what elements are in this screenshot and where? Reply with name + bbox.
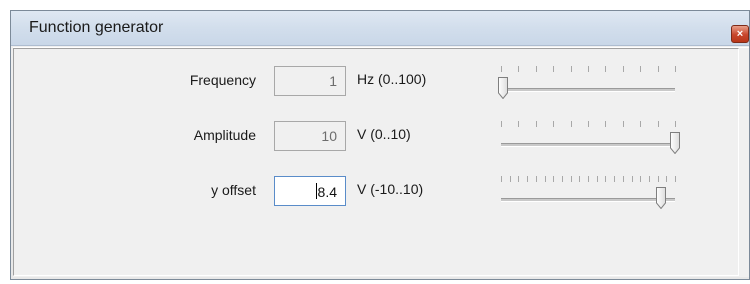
slider-tick <box>622 176 624 182</box>
slider-tick <box>518 121 520 127</box>
text-caret <box>315 183 317 199</box>
slider-tick <box>675 176 676 182</box>
slider-tick <box>579 176 581 182</box>
slider-tick <box>570 66 572 72</box>
slider-tick <box>553 66 555 72</box>
window-title: Function generator <box>29 19 164 36</box>
amplitude-field[interactable]: 10 <box>274 121 346 151</box>
slider-tick <box>640 176 642 182</box>
y-offset-label: y offset <box>211 182 256 198</box>
y-offset-slider[interactable] <box>493 172 683 212</box>
frequency-field[interactable]: 1 <box>274 66 346 96</box>
frequency-value: 1 <box>329 73 337 89</box>
frequency-slider[interactable] <box>493 62 683 102</box>
slider-tick <box>544 176 546 182</box>
slider-tick <box>518 66 520 72</box>
slider-tick <box>588 176 589 182</box>
slider-tick <box>605 121 607 127</box>
slider-tick <box>535 66 537 72</box>
slider-tick <box>605 66 607 72</box>
amplitude-row: Amplitude 10 V (0..10) <box>13 117 749 157</box>
slider-tick <box>605 176 607 182</box>
slider-tick <box>570 121 572 127</box>
client-area: Frequency 1 Hz (0..100) Amplitude 10 V (… <box>13 47 749 277</box>
slider-track <box>501 198 675 202</box>
slider-tick <box>501 121 502 127</box>
slider-tick <box>535 176 537 182</box>
slider-tick <box>527 176 529 182</box>
slider-tick <box>588 66 589 72</box>
amplitude-value: 10 <box>321 128 337 144</box>
slider-tick <box>640 121 642 127</box>
slider-tick <box>614 176 616 182</box>
slider-tick <box>666 176 668 182</box>
y-offset-value: 8.4 <box>317 184 337 200</box>
slider-tick <box>518 176 520 182</box>
slider-tick <box>561 176 563 182</box>
slider-thumb[interactable] <box>655 187 667 210</box>
y-offset-unit: V (-10..10) <box>357 181 424 197</box>
amplitude-label: Amplitude <box>193 127 256 143</box>
close-button[interactable]: × <box>731 25 749 43</box>
slider-ticks <box>501 176 676 182</box>
y-offset-row: y offset 8.4 V (-10..10) <box>13 172 749 212</box>
slider-tick <box>622 121 624 127</box>
slider-tick <box>535 121 537 127</box>
amplitude-slider[interactable] <box>493 117 683 157</box>
slider-tick <box>640 66 642 72</box>
slider-tick <box>631 176 633 182</box>
slider-tick <box>553 121 555 127</box>
function-generator-window: Function generator × Frequency 1 Hz (0..… <box>10 10 750 280</box>
frequency-label: Frequency <box>189 72 256 88</box>
frequency-row: Frequency 1 Hz (0..100) <box>13 62 749 102</box>
slider-tick <box>657 66 659 72</box>
slider-tick <box>675 121 676 127</box>
y-offset-field[interactable]: 8.4 <box>274 176 346 206</box>
slider-ticks <box>501 66 676 72</box>
slider-ticks <box>501 121 676 127</box>
slider-tick <box>675 66 676 72</box>
close-icon: × <box>736 28 744 40</box>
slider-tick <box>501 176 502 182</box>
slider-tick <box>657 121 659 127</box>
slider-tick <box>509 176 511 182</box>
slider-tick <box>553 176 555 182</box>
slider-tick <box>596 176 598 182</box>
slider-tick <box>622 66 624 72</box>
slider-tick <box>657 176 659 182</box>
slider-thumb[interactable] <box>669 132 681 155</box>
slider-tick <box>501 66 502 72</box>
slider-thumb[interactable] <box>497 77 509 100</box>
title-bar[interactable]: Function generator × <box>11 11 749 46</box>
frequency-unit: Hz (0..100) <box>357 71 427 87</box>
amplitude-unit: V (0..10) <box>357 126 411 142</box>
slider-tick <box>588 121 589 127</box>
slider-track <box>501 143 675 147</box>
slider-track <box>501 88 675 92</box>
slider-tick <box>570 176 572 182</box>
slider-tick <box>648 176 650 182</box>
